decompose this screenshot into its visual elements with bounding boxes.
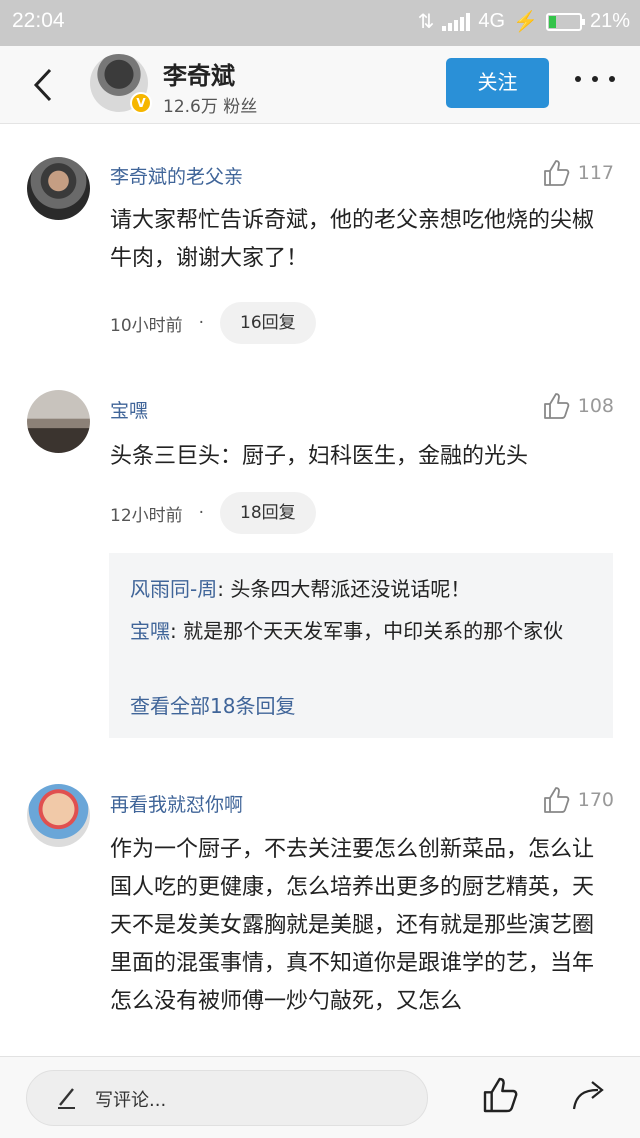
thumbs-up-icon — [543, 393, 570, 419]
like-count: 108 — [577, 395, 614, 417]
like-button[interactable]: 170 — [542, 785, 614, 815]
author-avatar[interactable]: V — [90, 54, 152, 114]
network-type: 4G — [478, 10, 506, 32]
data-arrows-icon: ⇅ — [417, 11, 435, 33]
commenter-avatar[interactable] — [27, 784, 90, 847]
comment-meta: 12小时前 · 18回复 — [110, 492, 316, 534]
sub-reply-separator: : — [170, 619, 184, 643]
signal-icon — [442, 12, 471, 31]
meta-separator: · — [198, 313, 205, 333]
sub-reply-name[interactable]: 宝嘿 — [130, 619, 170, 643]
status-time: 22:04 — [12, 9, 65, 32]
replies-button[interactable]: 16回复 — [220, 302, 316, 344]
commenter-avatar[interactable] — [27, 157, 90, 220]
like-button[interactable]: 108 — [542, 391, 614, 421]
charging-icon: ⚡ — [513, 11, 538, 33]
comment-meta: 10小时前 · 16回复 — [110, 302, 316, 344]
sub-reply-name[interactable]: 风雨同-周 — [130, 577, 217, 601]
pen-icon — [58, 1088, 75, 1109]
sub-reply-separator: : — [217, 577, 231, 601]
bottom-bar: 写评论... — [0, 1056, 640, 1138]
commenter-name[interactable]: 李奇斌的老父亲 — [110, 162, 243, 189]
battery-fill — [548, 15, 556, 28]
article-header: V 李奇斌 12.6万 粉丝 关注 — [0, 46, 640, 124]
reply-preview-box[interactable]: 风雨同-周: 头条四大帮派还没说话呢！ 宝嘿: 就是那个天天发军事，中印关系的那… — [109, 553, 613, 738]
status-right: ⇅ 4G ⚡ 21% — [418, 9, 630, 34]
replies-button[interactable]: 18回复 — [220, 492, 316, 534]
commenter-name[interactable]: 再看我就怼你啊 — [110, 790, 243, 817]
more-dots-icon[interactable] — [575, 76, 615, 90]
comment-time: 12小时前 — [110, 505, 183, 526]
view-all-replies-link[interactable]: 查看全部18条回复 — [130, 690, 295, 719]
thumbs-up-icon — [543, 787, 570, 813]
status-bar: 22:04 ⇅ 4G ⚡ 21% — [0, 0, 640, 46]
battery-percent: 21% — [589, 10, 630, 32]
share-icon[interactable] — [570, 1077, 610, 1113]
battery-icon — [545, 12, 585, 31]
comment-placeholder: 写评论... — [95, 1090, 167, 1111]
commenter-avatar[interactable] — [27, 390, 90, 453]
verified-badge-icon: V — [130, 92, 152, 114]
comment-input[interactable]: 写评论... — [26, 1070, 428, 1126]
follow-button[interactable]: 关注 — [446, 58, 549, 108]
sub-reply-text: 头条四大帮派还没说话呢！ — [230, 577, 471, 601]
commenter-name[interactable]: 宝嘿 — [110, 396, 148, 423]
like-count: 170 — [577, 789, 614, 811]
comment-text: 头条三巨头：厨子，妇科医生，金融的光头 — [110, 444, 529, 469]
thumbs-up-icon — [543, 160, 570, 186]
sub-reply: 宝嘿: 就是那个天天发军事，中印关系的那个家伙 — [130, 615, 600, 648]
like-count: 117 — [577, 162, 614, 184]
sub-reply-text: 就是那个天天发军事，中印关系的那个家伙 — [183, 619, 564, 643]
sub-reply: 风雨同-周: 头条四大帮派还没说话呢！ — [130, 573, 600, 606]
thumbs-up-icon[interactable] — [481, 1075, 521, 1115]
meta-separator: · — [198, 503, 205, 523]
comment-time: 10小时前 — [110, 315, 183, 336]
back-arrow-icon[interactable] — [28, 66, 58, 104]
comment-text: 作为一个厨子，不去关注要怎么创新菜品，怎么让国人吃的更健康，怎么培养出更多的厨艺… — [110, 837, 595, 1014]
author-name[interactable]: 李奇斌 — [163, 56, 235, 91]
author-fans: 12.6万 粉丝 — [163, 97, 258, 117]
like-button[interactable]: 117 — [542, 158, 614, 188]
comment-text: 请大家帮忙告诉奇斌，他的老父亲想吃他烧的尖椒牛肉，谢谢大家了！ — [110, 208, 595, 271]
